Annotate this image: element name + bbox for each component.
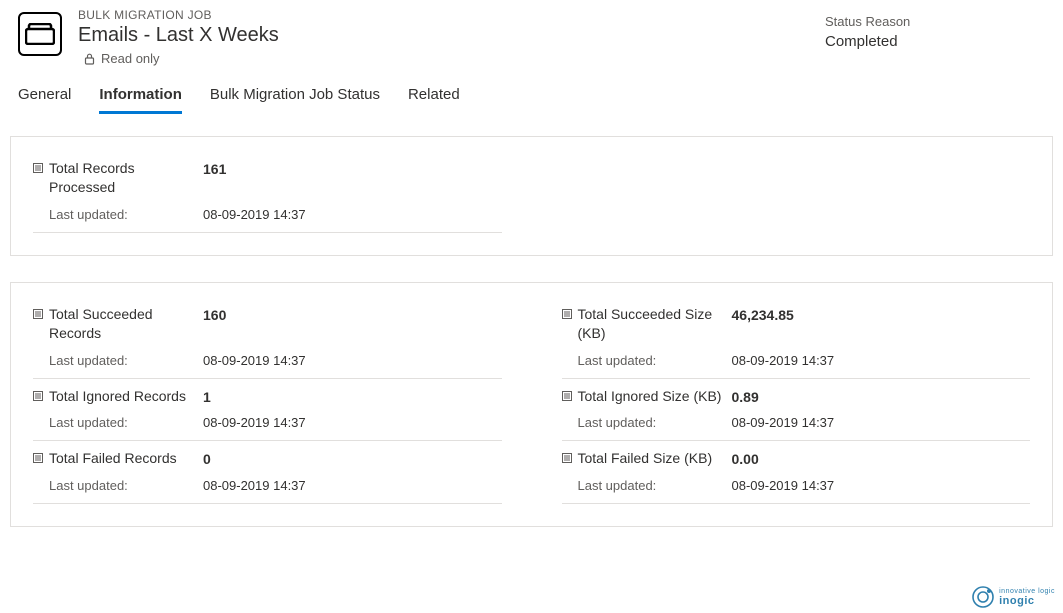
status-reason-label: Status Reason xyxy=(825,14,1005,29)
field-label-text: Total Failed Size (KB) xyxy=(578,449,713,468)
field-total-failed-size: Total Failed Size (KB) 0.00 Last updated… xyxy=(562,441,1031,504)
last-updated-label: Last updated: xyxy=(578,415,732,430)
readonly-text: Read only xyxy=(101,51,160,66)
calculated-field-icon xyxy=(562,309,572,319)
lock-icon xyxy=(84,53,95,65)
field-value: 0.00 xyxy=(732,449,759,467)
last-updated-label: Last updated: xyxy=(49,415,203,430)
field-label-text: Total Succeeded Size (KB) xyxy=(578,305,732,343)
field-total-succeeded-records: Total Succeeded Records 160 Last updated… xyxy=(33,297,502,379)
field-total-failed-records: Total Failed Records 0 Last updated: 08-… xyxy=(33,441,502,504)
panel-totals: Total Records Processed 161 Last updated… xyxy=(10,136,1053,256)
calculated-field-icon xyxy=(33,163,43,173)
entity-type-label: BULK MIGRATION JOB xyxy=(78,8,825,22)
field-label-text: Total Ignored Records xyxy=(49,387,186,406)
last-updated-value: 08-09-2019 14:37 xyxy=(732,415,835,430)
folder-box-icon xyxy=(25,23,55,45)
field-total-succeeded-size: Total Succeeded Size (KB) 46,234.85 Last… xyxy=(562,297,1031,379)
field-label-text: Total Succeeded Records xyxy=(49,305,203,343)
inogic-logo-icon xyxy=(971,585,995,609)
last-updated-label: Last updated: xyxy=(578,353,732,368)
field-value: 160 xyxy=(203,305,226,323)
tab-general[interactable]: General xyxy=(18,86,71,114)
tab-job-status[interactable]: Bulk Migration Job Status xyxy=(210,86,380,114)
tab-information[interactable]: Information xyxy=(99,86,182,114)
field-value: 161 xyxy=(203,159,226,177)
readonly-indicator: Read only xyxy=(84,51,825,66)
calculated-field-icon xyxy=(562,453,572,463)
field-total-ignored-size: Total Ignored Size (KB) 0.89 Last update… xyxy=(562,379,1031,442)
last-updated-label: Last updated: xyxy=(49,478,203,493)
watermark-line2: inogic xyxy=(999,595,1055,607)
last-updated-value: 08-09-2019 14:37 xyxy=(203,478,306,493)
panel-breakdown: Total Succeeded Records 160 Last updated… xyxy=(10,282,1053,528)
field-total-ignored-records: Total Ignored Records 1 Last updated: 08… xyxy=(33,379,502,442)
field-label-text: Total Records Processed xyxy=(49,159,203,197)
tab-related[interactable]: Related xyxy=(408,86,460,114)
last-updated-value: 08-09-2019 14:37 xyxy=(203,207,306,222)
field-value: 1 xyxy=(203,387,211,405)
status-reason-value: Completed xyxy=(825,33,1005,50)
last-updated-label: Last updated: xyxy=(578,478,732,493)
field-label-text: Total Ignored Size (KB) xyxy=(578,387,722,406)
tab-bar: General Information Bulk Migration Job S… xyxy=(0,86,1063,114)
field-value: 0.89 xyxy=(732,387,759,405)
watermark-line1: innovative logic xyxy=(999,588,1055,595)
field-value: 46,234.85 xyxy=(732,305,794,323)
last-updated-label: Last updated: xyxy=(49,207,203,222)
calculated-field-icon xyxy=(33,453,43,463)
calculated-field-icon xyxy=(33,309,43,319)
calculated-field-icon xyxy=(33,391,43,401)
last-updated-label: Last updated: xyxy=(49,353,203,368)
field-label-text: Total Failed Records xyxy=(49,449,177,468)
field-total-records-processed: Total Records Processed 161 Last updated… xyxy=(33,151,502,233)
field-value: 0 xyxy=(203,449,211,467)
last-updated-value: 08-09-2019 14:37 xyxy=(732,478,835,493)
entity-icon xyxy=(18,12,62,56)
watermark-logo: innovative logic inogic xyxy=(971,585,1055,609)
last-updated-value: 08-09-2019 14:37 xyxy=(203,415,306,430)
last-updated-value: 08-09-2019 14:37 xyxy=(203,353,306,368)
calculated-field-icon xyxy=(562,391,572,401)
record-title: Emails - Last X Weeks xyxy=(78,24,825,47)
last-updated-value: 08-09-2019 14:37 xyxy=(732,353,835,368)
